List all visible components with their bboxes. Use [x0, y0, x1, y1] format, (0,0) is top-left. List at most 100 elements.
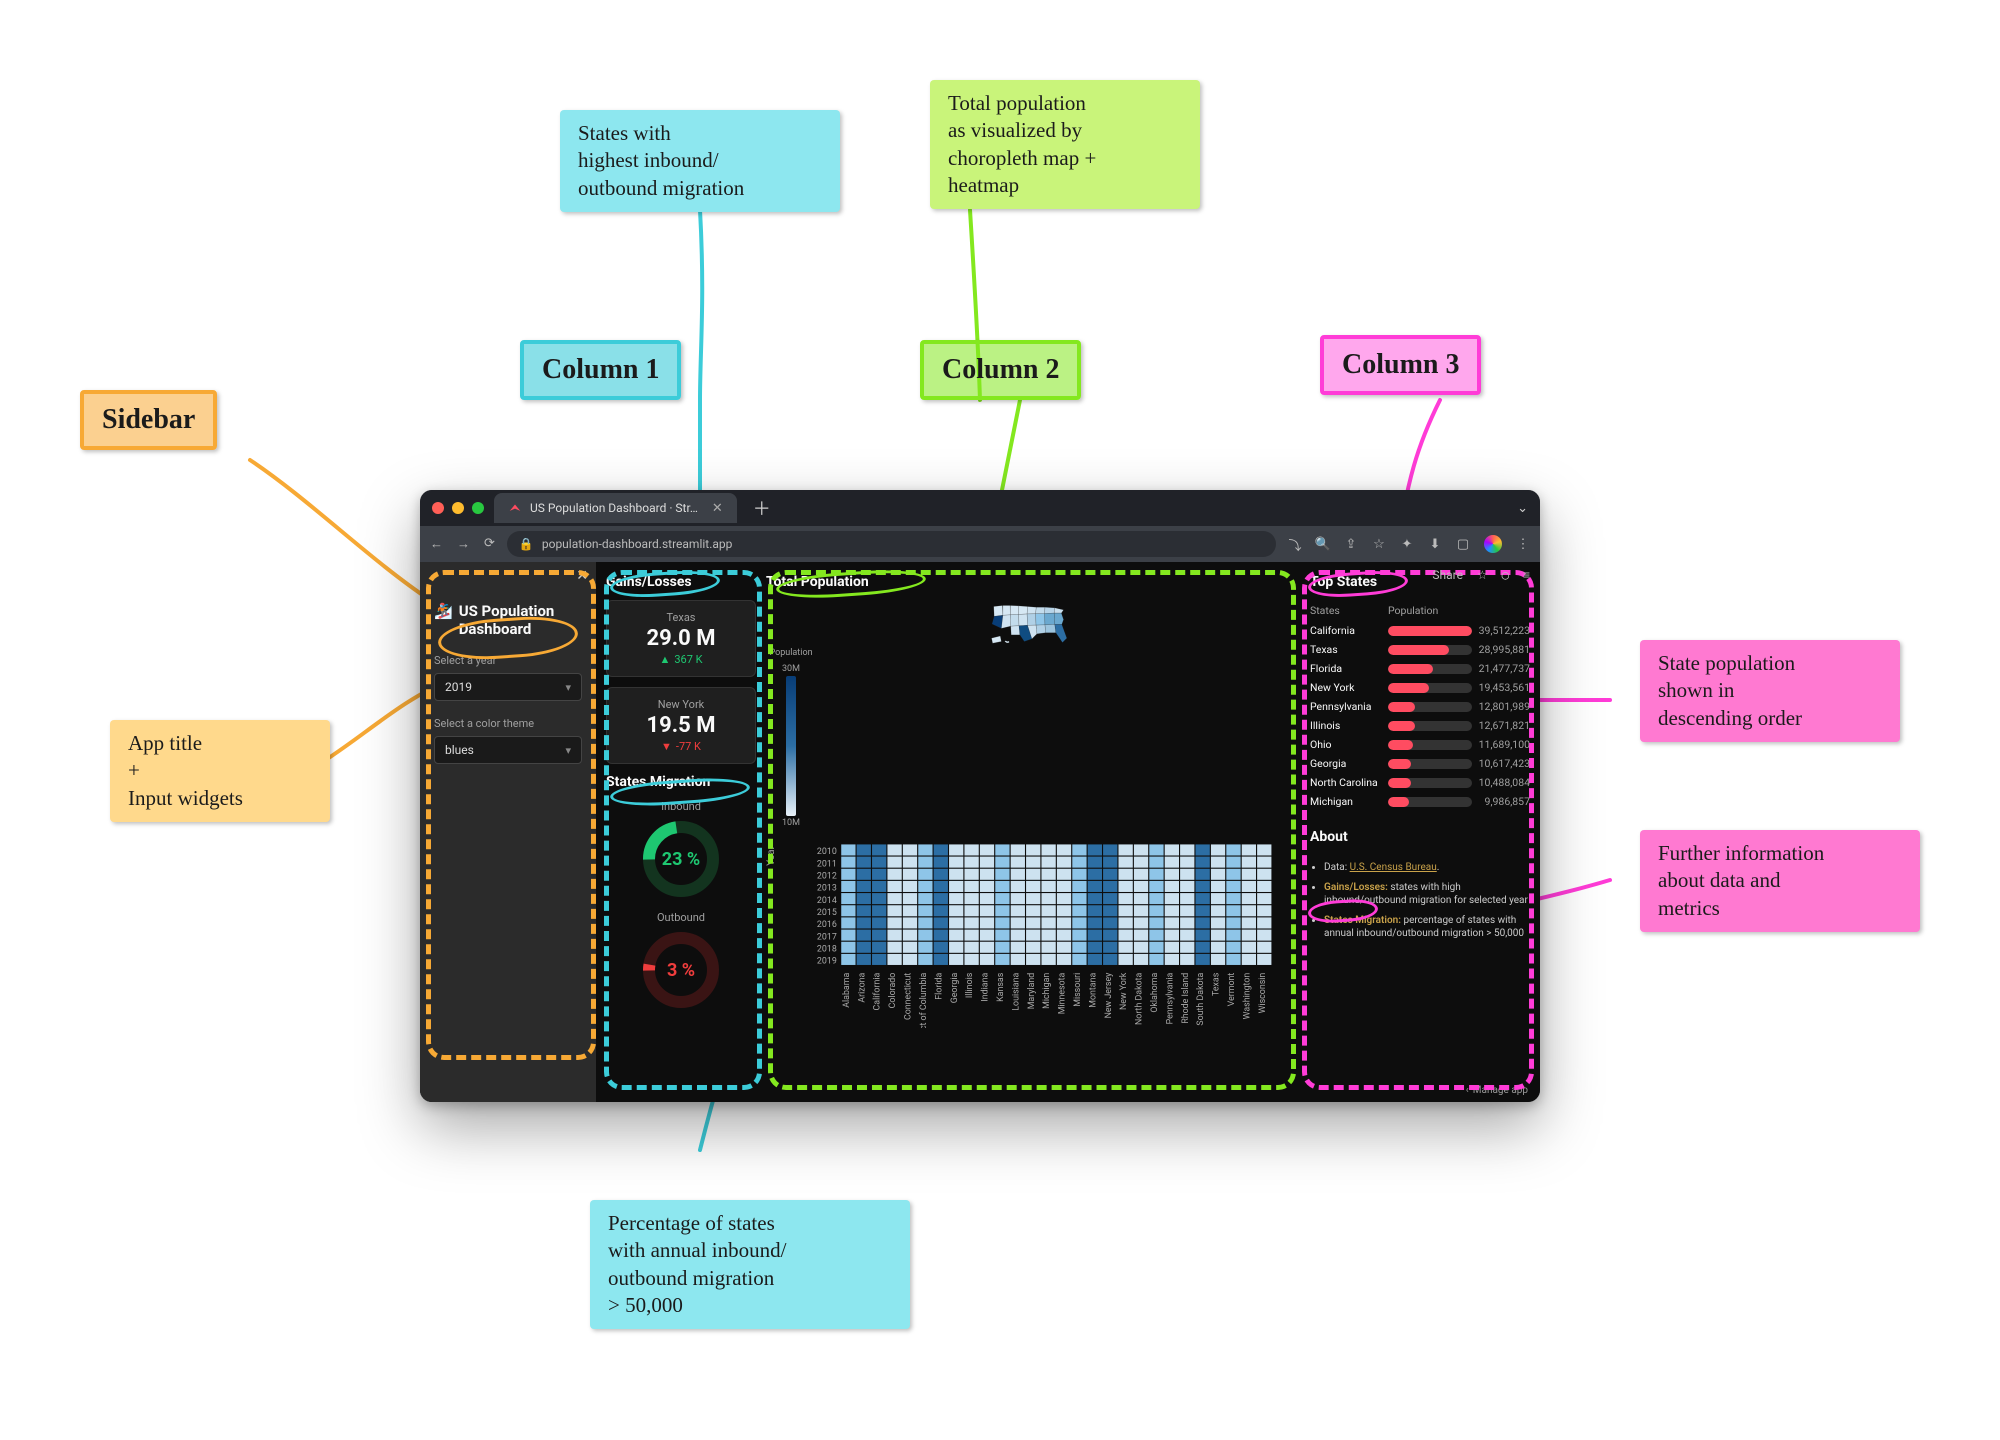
table-row: Florida 21,477,737 [1310, 659, 1530, 678]
svg-text:Kansas: Kansas [996, 972, 1006, 1002]
forward-icon[interactable]: → [457, 536, 470, 552]
find-icon[interactable]: 🔍 [1316, 537, 1330, 551]
year-select[interactable]: 2019 ▾ [434, 673, 582, 701]
states-migration-heading: States Migration [606, 774, 756, 790]
table-row: California39,512,223 [1310, 621, 1530, 640]
kebab-menu-icon[interactable]: ⋮ [1516, 537, 1530, 551]
svg-text:2016: 2016 [817, 920, 837, 930]
theme-select-label: Select a color theme [434, 717, 582, 730]
svg-text:Missouri: Missouri [1073, 973, 1083, 1007]
close-tab-icon[interactable]: ✕ [712, 501, 723, 516]
row-progress [1388, 645, 1472, 655]
url-text: population-dashboard.streamlit.app [542, 537, 733, 551]
map-legend: Population 30M 10M [766, 648, 816, 830]
table-row: Texas28,995,881 [1310, 640, 1530, 659]
annot-col3-top-note: State populationshown indescending order [1640, 640, 1900, 742]
profile-icon[interactable] [1484, 535, 1502, 553]
row-progress [1388, 759, 1472, 769]
svg-text:Alabama: Alabama [842, 973, 852, 1008]
annot-sidebar-note: App title+Input widgets [110, 720, 330, 822]
new-tab-button[interactable]: ＋ [747, 495, 777, 521]
back-icon[interactable]: ← [430, 536, 443, 552]
window-icon[interactable]: ▢ [1456, 537, 1470, 551]
heatmap[interactable]: Year 20102011201220132014201520162017201… [766, 840, 1300, 1028]
app-header-bar: Share ☆ ◯ ≡ [1432, 562, 1530, 588]
table-row: North Carolina10,488,084 [1310, 773, 1530, 792]
annot-sidebar-tag: Sidebar [80, 390, 217, 450]
reload-icon[interactable]: ⟳ [484, 536, 495, 552]
star-icon[interactable]: ☆ [1477, 568, 1488, 582]
svg-text:Rhode Island: Rhode Island [1181, 973, 1191, 1024]
row-value: 9,986,857 [1478, 795, 1530, 808]
share-button[interactable]: Share [1432, 568, 1463, 582]
svg-text:Maryland: Maryland [1027, 973, 1037, 1010]
metric-delta-up: ▲367 K [617, 653, 745, 666]
arrow-up-icon: ▲ [659, 653, 670, 666]
minimize-window-icon[interactable] [452, 502, 464, 514]
svg-text:Illinois: Illinois [965, 972, 975, 998]
annot-col1-bottom-note: Percentage of stateswith annual inbound/… [590, 1200, 910, 1329]
download-icon[interactable]: ⬇ [1428, 537, 1442, 551]
browser-tab[interactable]: US Population Dashboard · Str… ✕ [494, 493, 737, 523]
svg-text:Montana: Montana [1088, 973, 1098, 1008]
install-app-icon[interactable]: ⤵ [1288, 537, 1302, 551]
svg-text:Vermont: Vermont [1227, 973, 1237, 1007]
table-row: Georgia10,617,423 [1310, 754, 1530, 773]
collapse-sidebar-icon[interactable]: ✕ [576, 568, 588, 584]
table-row: Illinois12,671,821 [1310, 716, 1530, 735]
bookmark-icon[interactable]: ☆ [1372, 537, 1386, 551]
theme-select-value: blues [445, 743, 474, 757]
annot-col1-tag: Column 1 [520, 340, 681, 400]
annot-col2-note: Total populationas visualized bychorople… [930, 80, 1200, 209]
table-row: Michigan9,986,857 [1310, 792, 1530, 811]
table-row: Pennsylvania 12,801,989 [1310, 697, 1530, 716]
row-state: California [1310, 624, 1388, 637]
share-icon[interactable]: ⇪ [1344, 537, 1358, 551]
metric-state: New York [617, 698, 745, 711]
tabs-overflow-icon[interactable]: ⌄ [1517, 501, 1528, 516]
svg-text:2011: 2011 [817, 859, 837, 869]
github-icon[interactable]: ◯ [1502, 568, 1509, 582]
annot-col1-top-note: States withhighest inbound/outbound migr… [560, 110, 840, 212]
row-value: 12,671,821 [1478, 719, 1530, 732]
app-title: 🏂 US Population Dashboard [434, 602, 582, 638]
row-progress [1388, 740, 1472, 750]
svg-text:3 %: 3 % [667, 960, 695, 981]
chevron-down-icon: ▾ [565, 681, 571, 694]
row-state: Pennsylvania [1310, 700, 1388, 713]
close-window-icon[interactable] [432, 502, 444, 514]
lock-icon: 🔒 [519, 537, 534, 551]
app-menu-icon[interactable]: ≡ [1523, 568, 1530, 582]
browser-toolbar: ← → ⟳ 🔒 population-dashboard.streamlit.a… [420, 526, 1540, 562]
svg-text:Louisiana: Louisiana [1011, 973, 1021, 1011]
maximize-window-icon[interactable] [472, 502, 484, 514]
column-1: Gains/Losses Texas 29.0 M ▲367 K New Yor… [606, 574, 756, 1084]
row-state: Florida [1310, 662, 1388, 675]
svg-text:Connecticut: Connecticut [904, 973, 914, 1020]
row-progress [1388, 664, 1472, 674]
chevron-left-icon: ‹ [1466, 1085, 1469, 1096]
svg-text:New Jersey: New Jersey [1104, 972, 1114, 1019]
svg-text:Indiana: Indiana [981, 973, 991, 1002]
extensions-icon[interactable]: ✦ [1400, 537, 1414, 551]
theme-select[interactable]: blues ▾ [434, 736, 582, 764]
browser-tab-title: US Population Dashboard · Str… [530, 501, 698, 515]
census-link[interactable]: U.S. Census Bureau [1350, 862, 1437, 873]
row-value: 21,477,737 [1478, 662, 1530, 675]
row-value: 12,801,989 [1478, 700, 1530, 713]
svg-text:2019: 2019 [817, 957, 837, 967]
window-controls[interactable] [432, 502, 484, 514]
row-value: 10,617,423 [1478, 757, 1530, 770]
address-bar[interactable]: 🔒 population-dashboard.streamlit.app [507, 531, 1276, 557]
year-select-value: 2019 [445, 680, 472, 694]
row-value: 19,453,561 [1478, 681, 1530, 694]
choropleth-map[interactable]: Population 30M 10M [766, 600, 1300, 830]
row-progress [1388, 778, 1472, 788]
manage-app-button[interactable]: ‹Manage app [1466, 1085, 1528, 1096]
streamlit-favicon [508, 501, 522, 515]
svg-text:2015: 2015 [817, 908, 837, 918]
row-progress [1388, 626, 1472, 636]
streamlit-app: ✕ 🏂 US Population Dashboard Select a yea… [420, 562, 1540, 1102]
table-col-population: Population [1388, 604, 1530, 617]
svg-text:South Dakota: South Dakota [1196, 973, 1206, 1026]
